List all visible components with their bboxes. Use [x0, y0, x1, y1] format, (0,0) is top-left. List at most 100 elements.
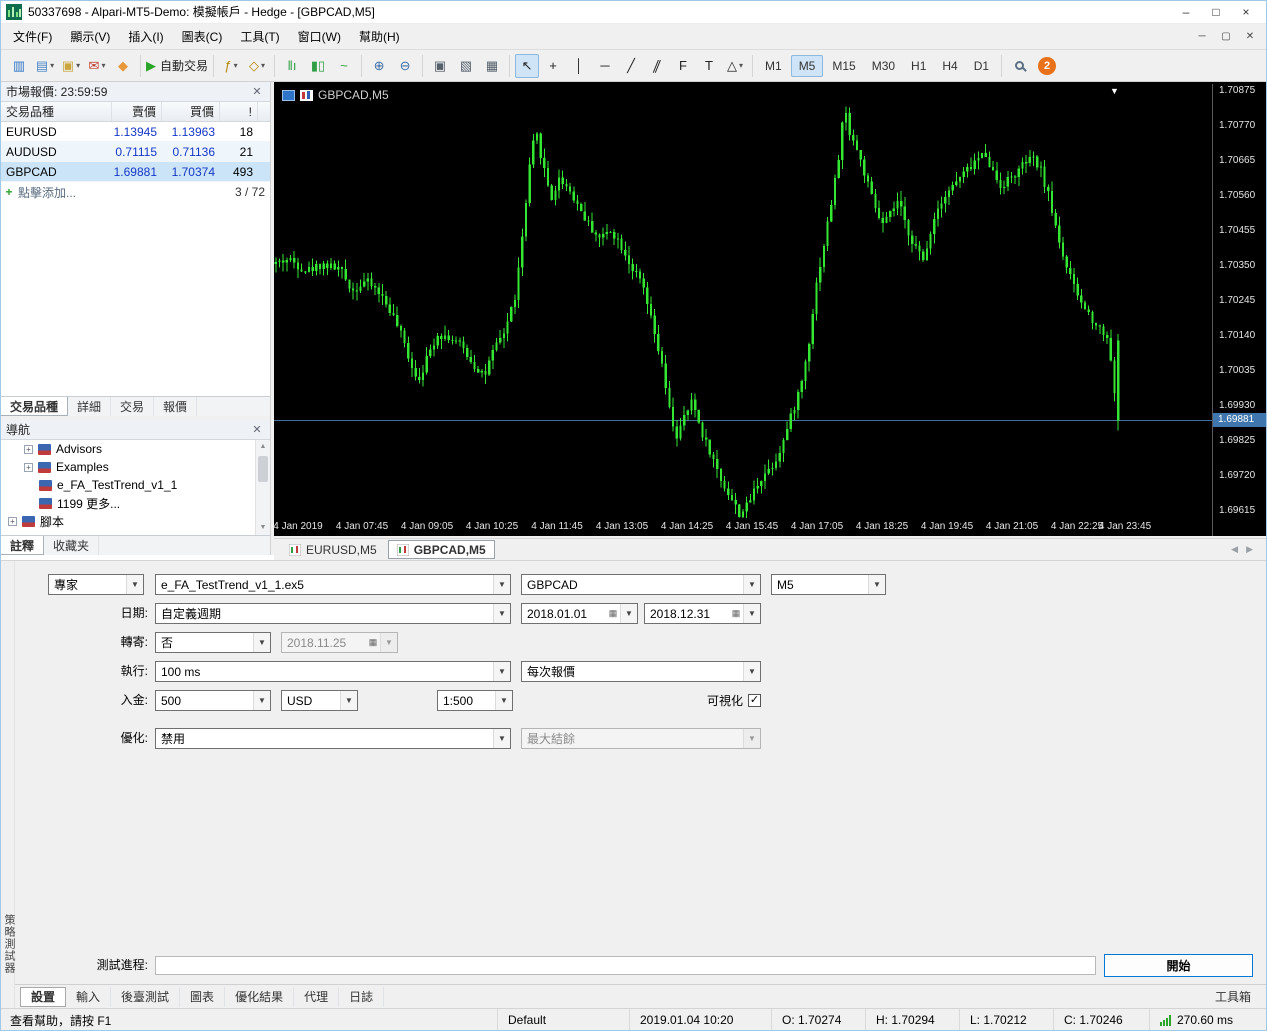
date-to-picker[interactable]: 2018.12.31 ▦ ▼ [644, 603, 761, 624]
navigator-item[interactable]: + 腳本 [0, 512, 255, 530]
line-chart-button[interactable]: ~ [332, 54, 356, 78]
tab-agents[interactable]: 代理 [294, 986, 340, 1007]
objects-button[interactable]: ◇ [245, 54, 269, 78]
date-from-picker[interactable]: 2018.01.01 ▦ ▼ [521, 603, 638, 624]
chart-close-button[interactable]: ✕ [1239, 28, 1261, 46]
chart-minimize-button[interactable]: ─ [1191, 28, 1213, 46]
menu-file[interactable]: 文件(F) [4, 26, 61, 48]
new-chart-button[interactable]: ▥ [7, 54, 31, 78]
chart-area[interactable]: GBPCAD,M5 ▼ 1.70875 1.70770 1.70665 1.70560… [273, 82, 1267, 536]
chart-tab-next-icon[interactable]: ▶ [1246, 544, 1253, 555]
zoom-out-button[interactable]: ⊖ [393, 54, 417, 78]
tab-favorites[interactable]: 收藏夹 [44, 536, 100, 555]
time-axis[interactable]: 4 Jan 2019 4 Jan 07:45 4 Jan 09:05 4 Jan 10… [273, 518, 1212, 536]
column-ask[interactable]: 買價 [162, 102, 220, 121]
delay-dropdown[interactable]: 100 ms ▼ [155, 661, 511, 682]
status-profile[interactable]: Default [497, 1009, 629, 1031]
navigator-close-icon[interactable]: ✕ [250, 423, 264, 436]
chart-tab-gbpcad[interactable]: GBPCAD,M5 [387, 540, 495, 559]
navigator-item[interactable]: 1199 更多... [0, 494, 255, 512]
period-dropdown[interactable]: M5 ▼ [771, 574, 886, 595]
open-data-folder-button[interactable]: ▣ [59, 54, 83, 78]
vertical-line-button[interactable]: │ [567, 54, 591, 78]
menu-help[interactable]: 幫助(H) [350, 26, 409, 48]
menu-charts[interactable]: 圖表(C) [173, 26, 232, 48]
shapes-button[interactable]: △ [723, 54, 747, 78]
close-button[interactable]: × [1231, 1, 1261, 23]
navigator-scrollbar[interactable]: ▲ ▼ [255, 440, 270, 535]
deposit-dropdown[interactable]: 500 ▼ [155, 690, 271, 711]
optimization-dropdown[interactable]: 禁用 ▼ [155, 728, 511, 749]
tab-ticks[interactable]: 報價 [154, 397, 198, 416]
expand-icon[interactable]: + [24, 444, 33, 454]
crosshair-button[interactable]: + [541, 54, 565, 78]
chart-tab-eurusd[interactable]: EURUSD,M5 [280, 540, 386, 559]
profiles-button[interactable]: ▤ [33, 54, 57, 78]
arrange-windows-button[interactable]: ▦ [480, 54, 504, 78]
metaeditor-button[interactable]: ◆ [111, 54, 135, 78]
indicators-button[interactable]: ƒ [219, 54, 243, 78]
menu-view[interactable]: 顯示(V) [61, 26, 119, 48]
cursor-button[interactable]: ↖ [515, 53, 540, 78]
modelling-dropdown[interactable]: 每次報價 ▼ [521, 661, 761, 682]
tab-symbols[interactable]: 交易品種 [0, 397, 69, 416]
date-mode-dropdown[interactable]: 自定義週期 ▼ [155, 603, 511, 624]
expert-file-dropdown[interactable]: e_FA_TestTrend_v1_1.ex5 ▼ [155, 574, 511, 595]
market-watch-row-GBPCAD[interactable]: GBPCAD 1.69881 1.70374 493 [0, 162, 270, 182]
forward-mode-dropdown[interactable]: 否 ▼ [155, 632, 271, 653]
navigator-item[interactable]: e_FA_TestTrend_v1_1 [0, 476, 255, 494]
timeframe-h4-button[interactable]: H4 [935, 55, 964, 77]
market-watch-row-AUDUSD[interactable]: AUDUSD 0.71115 0.71136 21 [0, 142, 270, 162]
visual-mode-checkbox[interactable] [748, 694, 761, 707]
candlestick-chart-button[interactable]: ▮▯ [306, 54, 330, 78]
scroll-up-icon[interactable]: ▲ [256, 440, 270, 454]
chart-tab-prev-icon[interactable]: ◀ [1231, 544, 1238, 555]
text-label-button[interactable]: T [697, 54, 721, 78]
menu-tools[interactable]: 工具(T) [231, 26, 288, 48]
search-symbol-button[interactable] [1007, 54, 1031, 78]
fibonacci-button[interactable]: F [671, 54, 695, 78]
minimize-button[interactable]: – [1171, 1, 1201, 23]
column-bid[interactable]: 賣價 [112, 102, 162, 121]
equidistant-channel-button[interactable]: ∥ [645, 54, 669, 78]
tab-details[interactable]: 詳細 [68, 397, 112, 416]
leverage-dropdown[interactable]: 1:500 ▼ [437, 690, 513, 711]
timeframe-m30-button[interactable]: M30 [865, 55, 902, 77]
timeframe-m5-button[interactable]: M5 [790, 54, 824, 77]
symbol-dropdown[interactable]: GBPCAD ▼ [521, 574, 761, 595]
zoom-in-button[interactable]: ⊕ [367, 54, 391, 78]
navigator-item[interactable]: + Advisors [0, 440, 255, 458]
timeframe-d1-button[interactable]: D1 [967, 55, 996, 77]
expand-icon[interactable]: + [24, 462, 33, 472]
menu-insert[interactable]: 插入(I) [119, 26, 172, 48]
chart-restore-button[interactable]: ▢ [1215, 28, 1237, 46]
market-watch-row-EURUSD[interactable]: EURUSD 1.13945 1.13963 18 [0, 122, 270, 142]
new-order-button[interactable]: ✉ [85, 54, 109, 78]
cascade-windows-button[interactable]: ▧ [454, 54, 478, 78]
trendline-button[interactable]: ╱ [619, 54, 643, 78]
horizontal-line-button[interactable]: ─ [593, 54, 617, 78]
bar-chart-button[interactable]: ‖ı [280, 54, 304, 78]
tab-trading[interactable]: 交易 [111, 397, 155, 416]
currency-dropdown[interactable]: USD ▼ [281, 690, 358, 711]
market-watch-close-icon[interactable]: ✕ [250, 85, 264, 98]
expand-icon[interactable]: + [8, 516, 17, 526]
scroll-down-icon[interactable]: ▼ [256, 521, 270, 535]
scrollbar-thumb[interactable] [258, 456, 268, 482]
navigator-item[interactable]: + Examples [0, 458, 255, 476]
start-button[interactable]: 開始 [1104, 954, 1253, 977]
timeframe-h1-button[interactable]: H1 [904, 55, 933, 77]
timeframe-m15-button[interactable]: M15 [825, 55, 862, 77]
tab-settings[interactable]: 設置 [20, 986, 67, 1007]
status-connection[interactable]: 270.60 ms [1149, 1009, 1267, 1031]
maximize-button[interactable]: □ [1201, 1, 1231, 23]
tab-inputs[interactable]: 輸入 [66, 986, 112, 1007]
expert-mode-dropdown[interactable]: 專家 ▼ [48, 574, 144, 595]
algo-trading-button[interactable]: ▶ 自動交易 [146, 54, 208, 78]
chart-menu-triangle-icon[interactable]: ▼ [1110, 86, 1119, 96]
market-watch-add-row[interactable]: + 點擊添加... 3 / 72 [0, 182, 270, 202]
menu-window[interactable]: 窗口(W) [289, 26, 350, 48]
tab-journal[interactable]: 日誌 [339, 986, 385, 1007]
tab-common[interactable]: 註釋 [0, 536, 45, 555]
timeframe-m1-button[interactable]: M1 [758, 55, 789, 77]
